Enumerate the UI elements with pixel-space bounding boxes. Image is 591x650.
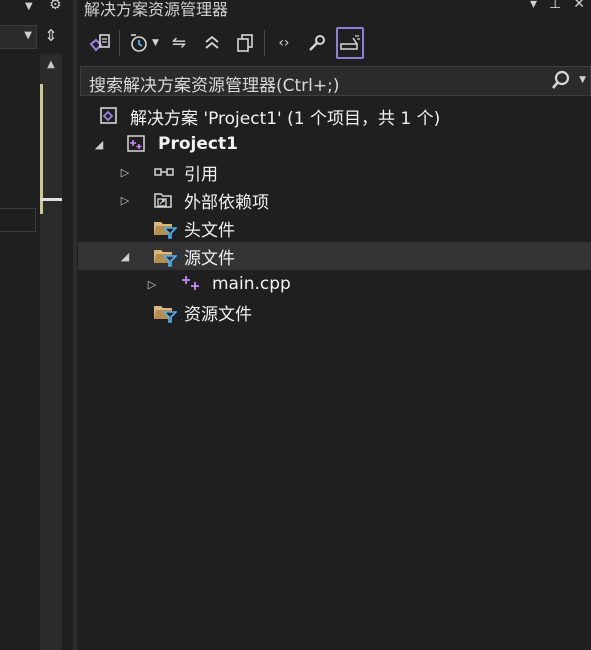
search-input[interactable]: 搜索解决方案资源管理器(Ctrl+;) ▼ [80, 66, 591, 96]
tree-item-main-cpp[interactable]: ▷ main.cpp [78, 270, 591, 298]
source-files-label: 源文件 [184, 248, 235, 269]
preview-selected-icon[interactable] [335, 27, 364, 59]
tree-item-header-files[interactable]: 头文件 [78, 214, 591, 242]
collapsed-icon[interactable]: ▷ [118, 194, 132, 207]
left-editor-pane: ▼ ⚙ ▼ ⇕ ▲ [0, 0, 68, 650]
search-options-icon[interactable]: ▼ [579, 75, 586, 85]
scroll-change-marker [40, 84, 43, 214]
show-all-files-icon[interactable] [231, 27, 259, 59]
tree-item-solution[interactable]: 解决方案 'Project1' (1 个项目，共 1 个) [78, 102, 591, 130]
collapse-all-icon[interactable] [198, 27, 226, 59]
toolbar-separator [263, 30, 265, 56]
solution-label: 解决方案 'Project1' (1 个项目，共 1 个) [130, 108, 441, 129]
resource-files-label: 资源文件 [184, 304, 252, 325]
chevron-down-icon: ▼ [24, 30, 32, 41]
dropdown-arrow-icon[interactable]: ▼ [25, 1, 33, 12]
tree-item-project[interactable]: ◢ Project1 [78, 130, 591, 158]
filter-folder-icon [153, 218, 178, 239]
expanded-icon[interactable]: ◢ [118, 250, 132, 263]
history-dropdown-icon[interactable]: ▼ [152, 38, 159, 48]
toolbar-separator [119, 30, 120, 56]
pane-splitter[interactable] [73, 0, 77, 650]
sync-icon[interactable]: ⇋ [165, 27, 193, 59]
history-icon[interactable] [125, 27, 153, 59]
switch-views-icon[interactable] [86, 27, 114, 59]
external-dependencies-label: 外部依赖项 [184, 192, 269, 213]
window-position-icon[interactable]: ▾ [530, 0, 537, 12]
solution-tree: 解决方案 'Project1' (1 个项目，共 1 个) ◢ Project1… [78, 102, 591, 326]
scroll-up-icon[interactable]: ▲ [40, 54, 62, 76]
vertical-scrollbar[interactable]: ▲ [40, 54, 62, 650]
pin-icon[interactable]: ⊥ [549, 0, 561, 12]
panel-title: 解决方案资源管理器 [84, 0, 229, 19]
editor-fragment [0, 208, 36, 232]
tree-item-resource-files[interactable]: 资源文件 [78, 298, 591, 326]
cpp-file-icon [180, 274, 202, 294]
project-label: Project1 [158, 134, 238, 154]
tree-item-references[interactable]: ▷ 引用 [78, 158, 591, 186]
close-icon[interactable]: ✕ [573, 0, 585, 12]
references-label: 引用 [184, 164, 218, 185]
tree-item-source-files[interactable]: ◢ 源文件 [78, 242, 591, 270]
header-files-label: 头文件 [184, 220, 235, 241]
explorer-toolbar: ▼ ⇋ ‹› [78, 24, 591, 62]
external-dependencies-icon [153, 190, 175, 210]
cpp-project-icon [126, 134, 148, 154]
references-icon [153, 162, 175, 182]
collapsed-icon[interactable]: ▷ [145, 278, 159, 291]
split-editor-icon[interactable]: ⇕ [40, 26, 62, 48]
title-tools: ▾ ⊥ ✕ [530, 0, 585, 12]
search-icon[interactable] [550, 69, 572, 93]
left-pane-header: ▼ ⚙ [0, 0, 68, 18]
expanded-icon[interactable]: ◢ [92, 138, 106, 151]
solution-icon [98, 106, 120, 126]
filter-folder-icon [153, 246, 178, 267]
view-code-icon[interactable]: ‹› [270, 27, 298, 59]
member-dropdown[interactable]: ▼ [0, 25, 37, 49]
tree-item-external-dependencies[interactable]: ▷ 外部依赖项 [78, 186, 591, 214]
solution-explorer: 解决方案资源管理器 ▾ ⊥ ✕ ▼ ⇋ ‹› 搜索解决方案资源管理器(Ctrl+… [78, 0, 591, 650]
collapsed-icon[interactable]: ▷ [118, 166, 132, 179]
filter-folder-icon [153, 302, 178, 323]
gear-icon[interactable]: ⚙ [49, 0, 62, 13]
properties-icon[interactable] [303, 27, 331, 59]
scroll-caret-marker [40, 198, 62, 201]
search-placeholder: 搜索解决方案资源管理器(Ctrl+;) [89, 76, 340, 96]
main-cpp-label: main.cpp [212, 274, 291, 294]
